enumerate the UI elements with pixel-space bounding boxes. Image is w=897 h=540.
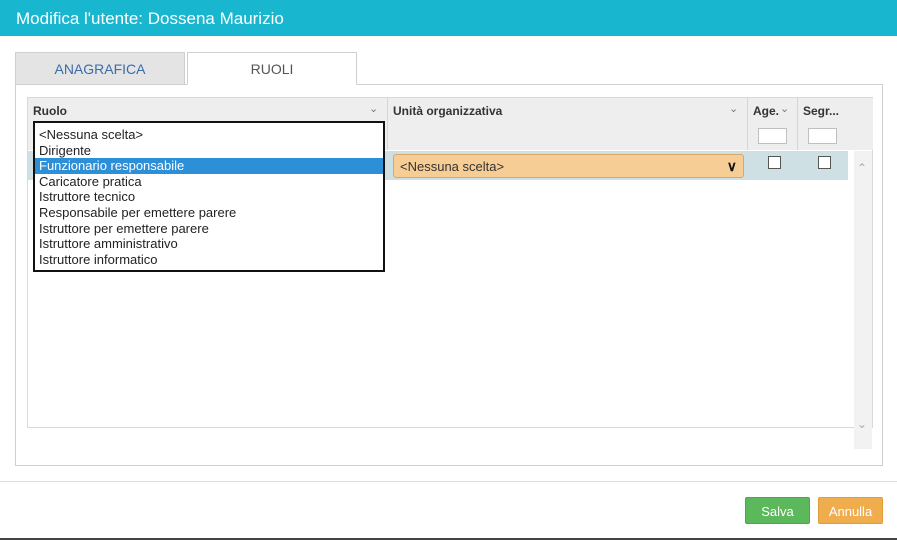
chevron-down-icon[interactable]: ⌄ [729, 102, 738, 115]
ruolo-option[interactable]: Caricatore pratica [35, 174, 383, 190]
footer-divider [0, 481, 897, 482]
column-header-age[interactable]: Age. ⌄ [748, 98, 798, 150]
column-label-segr: Segr... [803, 104, 840, 118]
ruolo-option[interactable]: Responsabile per emettere parere [35, 205, 383, 221]
column-header-segr[interactable]: Segr... [798, 98, 848, 150]
grid-scrollbar[interactable]: ⌃ ⌄ [854, 151, 872, 449]
ruolo-option-selected[interactable]: Funzionario responsabile [35, 158, 383, 174]
dialog-header: Modifica l'utente: Dossena Maurizio [0, 0, 897, 36]
column-label-age: Age. [753, 104, 780, 118]
save-button[interactable]: Salva [745, 497, 810, 524]
ruolo-option[interactable]: Istruttore amministrativo [35, 236, 383, 252]
tab-anagrafica[interactable]: ANAGRAFICA [15, 52, 185, 85]
chevron-down-icon[interactable]: ⌄ [369, 102, 378, 115]
chevron-up-icon[interactable]: ⌃ [857, 161, 867, 175]
dialog-title: Modifica l'utente: Dossena Maurizio [16, 9, 284, 28]
chevron-down-icon[interactable]: ⌄ [857, 417, 867, 431]
filter-input-segr[interactable] [808, 128, 837, 144]
ruolo-option[interactable]: Istruttore tecnico [35, 189, 383, 205]
column-label-ruolo: Ruolo [33, 104, 67, 118]
ruolo-option[interactable]: Dirigente [35, 143, 383, 159]
ruolo-option[interactable]: Istruttore per emettere parere [35, 221, 383, 237]
ruolo-option[interactable]: <Nessuna scelta> [35, 127, 383, 143]
filter-input-age[interactable] [758, 128, 787, 144]
column-label-unita: Unità organizzativa [393, 104, 503, 118]
column-header-unita[interactable]: Unità organizzativa ⌄ [388, 98, 748, 150]
chevron-down-icon[interactable]: ⌄ [780, 102, 789, 115]
tab-ruoli[interactable]: RUOLI [187, 52, 357, 85]
ruolo-option[interactable]: Istruttore informatico [35, 252, 383, 268]
org-unit-value: <Nessuna scelta> [400, 159, 505, 174]
segr-checkbox[interactable] [818, 156, 831, 169]
cancel-button[interactable]: Annulla [818, 497, 883, 524]
ruolo-dropdown-list[interactable]: <Nessuna scelta> Dirigente Funzionario r… [33, 121, 385, 272]
chevron-down-icon[interactable]: ∨ [727, 158, 737, 175]
age-checkbox[interactable] [768, 156, 781, 169]
org-unit-select[interactable]: <Nessuna scelta> ∨ [393, 154, 744, 178]
